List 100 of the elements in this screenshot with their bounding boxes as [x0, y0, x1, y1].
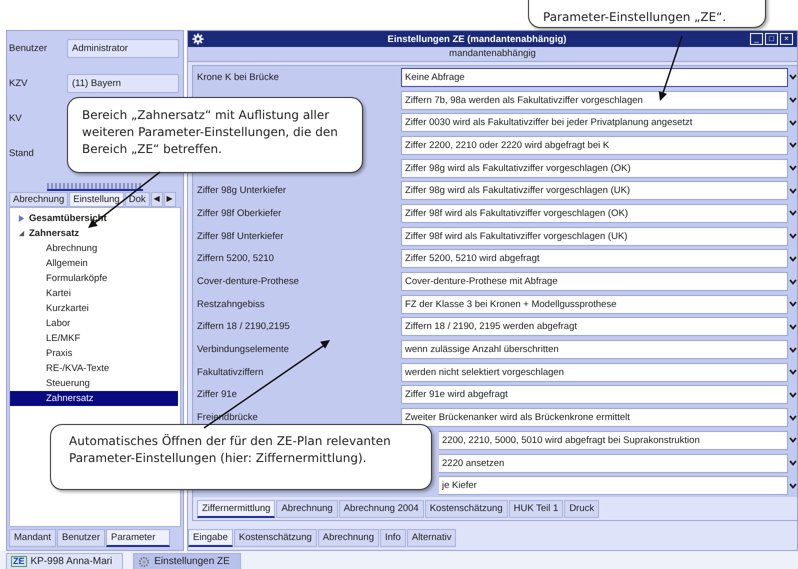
tab[interactable]: Abrechnung — [9, 192, 68, 207]
caret-icon[interactable] — [789, 437, 797, 444]
caret-icon[interactable] — [789, 324, 797, 330]
dropdown-field[interactable]: Cover-denture-Prothese mit Abfrage — [401, 272, 788, 292]
field-label: Ziffer 91e — [197, 389, 237, 400]
caret-icon[interactable] — [789, 256, 797, 262]
tab[interactable]: Dok — [124, 192, 150, 207]
tab[interactable]: Abrechnung — [276, 500, 338, 518]
field-label: Fakultativziffern — [197, 366, 264, 378]
caret-icon[interactable] — [789, 346, 797, 353]
dropdown-field[interactable]: Ziffern 7b, 98a werden als Fakultativziffer vorgeschlagen — [401, 90, 788, 110]
caret-icon[interactable] — [789, 233, 797, 240]
gear-icon — [138, 556, 150, 568]
dropdown-field[interactable]: Ziffern 18 / 2190, 2195 werden abgefragt — [401, 317, 788, 336]
caret-icon[interactable] — [789, 460, 797, 466]
input-field[interactable]: (11) Bayern — [67, 74, 179, 93]
splitter-handle[interactable] — [47, 183, 143, 191]
dropdown-field[interactable]: werden nicht selektiert vorgeschlagen — [401, 362, 788, 382]
dropdown-field[interactable]: Ziffer 98f wird als Fakultativziffer vorgeschlagen (UK) — [401, 226, 788, 246]
dropdown-field[interactable]: Ziffer 5200, 5210 wird abgefragt — [401, 249, 788, 268]
tab[interactable]: Mandant — [9, 529, 56, 547]
taskbar-button[interactable]: ZE KP-998 Anna-Mari — [6, 553, 124, 569]
tab[interactable]: Abrechnung 2004 — [338, 500, 424, 518]
field-label: Ziffer 98f Oberkiefer — [197, 208, 282, 219]
callout: Parameter-Einstellungen „ZE“. — [528, 0, 766, 28]
tab[interactable]: HUK Teil 1 — [508, 500, 564, 518]
tree-item[interactable]: Praxis — [10, 346, 178, 361]
dropdown-field[interactable]: Keine Abfrage — [401, 68, 788, 87]
tree-item[interactable]: Steuerung — [10, 376, 178, 391]
tab[interactable]: Eingabe — [188, 529, 233, 547]
dropdown-field[interactable]: Ziffer 98g wird als Fakultativziffer vorgeschlagen (OK) — [401, 158, 788, 178]
tab[interactable]: Abrechnung — [318, 529, 379, 547]
field-label: Verbindungselemente — [197, 344, 289, 356]
field-label: Krone K bei Brücke — [197, 72, 279, 83]
field-label: Ziffer 98g Unterkiefer — [197, 185, 286, 196]
taskbar-button[interactable]: Einstellungen ZE — [133, 553, 241, 569]
dropdown-field[interactable]: Ziffer 98f wird als Fakultativziffer vorgeschlagen (OK) — [401, 204, 788, 223]
tab[interactable]: Parameter — [106, 529, 170, 547]
window-button[interactable]: × — [780, 33, 793, 45]
field-label: Benutzer — [9, 42, 48, 54]
caret-icon[interactable] — [789, 278, 797, 285]
tree-item[interactable]: Allgemein — [10, 256, 178, 271]
caret-icon[interactable] — [789, 482, 797, 489]
caret-icon[interactable] — [789, 188, 797, 194]
tree-item[interactable]: Kartei — [10, 286, 178, 301]
window-button[interactable]: □ — [765, 33, 778, 45]
callout: Bereich „Zahnersatz“ mit Auflistung aller weiteren Parameter-Einstellungen, die den Bereich „ZE“ betreffen. — [67, 97, 363, 173]
input-field[interactable]: Administrator — [67, 39, 179, 58]
dropdown-field[interactable]: 2220 ansetzen — [439, 454, 788, 473]
window-title: Einstellungen ZE (mandantenabhängig) — [386, 34, 568, 44]
tree-item[interactable]: Kurzkartei — [10, 301, 178, 316]
scroll-button[interactable]: ◀ — [150, 192, 163, 207]
tab[interactable]: Alternativ — [406, 529, 456, 547]
tab[interactable]: Einstellung — [69, 192, 124, 207]
field-label: Ziffern 5200, 5210 — [197, 253, 274, 264]
dropdown-field[interactable]: Ziffer 98g wird als Fakultativziffer vorgeschlagen (UK) — [401, 181, 788, 200]
tab[interactable]: Kostenschätzung — [234, 529, 317, 547]
tree-item[interactable]: Zahnersatz — [29, 228, 80, 239]
section-header: mandantenabhängig — [188, 47, 797, 62]
app-icon: ZE — [11, 556, 27, 567]
dropdown-field[interactable]: Ziffer 91e wird abgefragt — [401, 385, 788, 404]
caret-icon[interactable] — [789, 414, 797, 421]
caret-icon[interactable] — [789, 142, 797, 148]
caret-icon[interactable] — [789, 165, 797, 172]
field-label: Restzahngebiss — [197, 298, 265, 310]
tab[interactable]: Druck — [564, 500, 600, 518]
field-label: Cover-denture-Prothese — [197, 276, 299, 288]
dropdown-field[interactable]: FZ der Klasse 3 bei Kronen + Modellgussprothese — [401, 294, 788, 314]
tree-item[interactable]: Formularköpfe — [10, 271, 178, 286]
tab[interactable]: Ziffernermittlung — [197, 500, 276, 518]
scroll-button[interactable]: ▶ — [164, 192, 176, 207]
tree-item[interactable]: Zahnersatz — [10, 391, 178, 406]
field-label: Stand — [9, 147, 35, 159]
field-label: Ziffer 98f Unterkiefer — [197, 230, 284, 242]
expanded-icon[interactable] — [18, 230, 25, 237]
caret-icon[interactable] — [789, 369, 797, 376]
tree-item[interactable]: Abrechnung — [10, 241, 178, 256]
caret-icon[interactable] — [789, 74, 797, 80]
dropdown-field[interactable]: 2200, 2210, 5000, 5010 wird abgefragt bei Suprakonstruktion — [439, 430, 788, 450]
caret-icon[interactable] — [789, 392, 797, 398]
tab[interactable]: Benutzer — [56, 529, 106, 547]
caret-icon[interactable] — [789, 210, 797, 216]
callout: Automatisches Öffnen der für den ZE-Plan relevanten Parameter-Einstellungen (hier: Ziffernermittlung). — [50, 424, 432, 490]
dropdown-field[interactable]: Zweiter Brückenanker wird als Brückenkrone ermittelt — [401, 408, 788, 428]
tree-item[interactable]: RE-/KVA-Texte — [10, 361, 178, 376]
tab[interactable]: Kostenschätzung — [424, 500, 508, 518]
dropdown-field[interactable]: Ziffer 2200, 2210 oder 2220 wird abgefragt bei K — [401, 136, 788, 155]
caret-icon[interactable] — [789, 97, 797, 104]
tree-item[interactable]: LE/MKF — [10, 331, 178, 346]
field-label: Ziffern 18 / 2190,2195 — [197, 321, 290, 332]
arrow — [658, 36, 683, 101]
caret-icon[interactable] — [789, 120, 797, 126]
window-button[interactable]: _ — [750, 33, 763, 45]
tree-item[interactable]: Labor — [10, 316, 178, 331]
dropdown-field[interactable]: Ziffer 0030 wird als Fakultativziffer bei jeder Privatplanung angesetzt — [401, 113, 788, 132]
dropdown-field[interactable]: wenn zulässige Anzahl überschritten — [401, 340, 788, 360]
collapsed-icon[interactable] — [18, 215, 25, 222]
tab[interactable]: Info — [380, 529, 406, 547]
dropdown-field[interactable]: je Kiefer — [439, 476, 788, 496]
caret-icon[interactable] — [789, 301, 797, 308]
